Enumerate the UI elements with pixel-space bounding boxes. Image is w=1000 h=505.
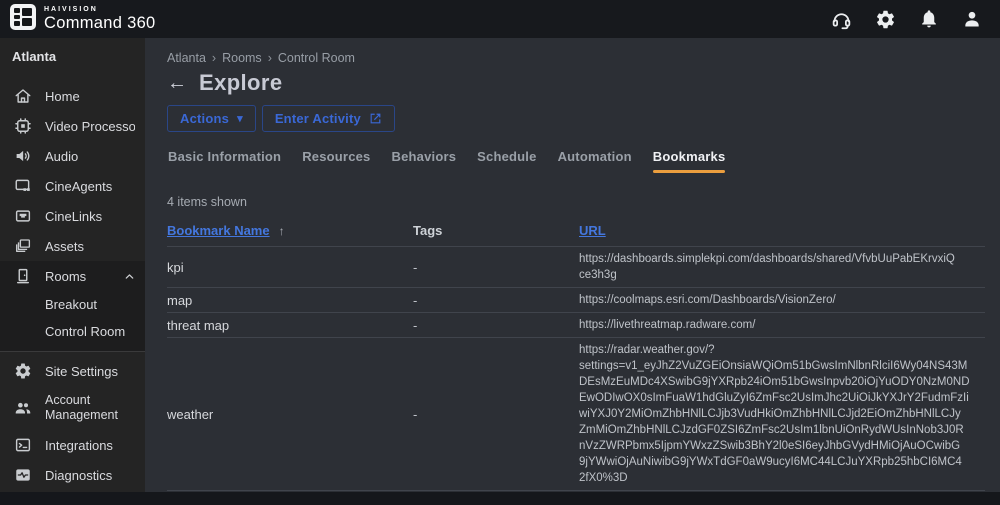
sidebar-item-diagnostics[interactable]: Diagnostics <box>0 460 145 490</box>
column-header-url[interactable]: URL <box>579 223 985 238</box>
monitor-agent-icon <box>14 177 32 195</box>
bookmark-name: map <box>167 293 413 308</box>
actions-button[interactable]: Actions ▾ <box>167 105 256 132</box>
bookmark-tags: - <box>413 407 579 422</box>
bookmark-tags: - <box>413 260 579 275</box>
sidebar-item-label: Site Settings <box>45 364 118 379</box>
sidebar-item-video-processors[interactable]: Video Processors <box>0 111 145 141</box>
back-arrow-icon[interactable]: ← <box>167 73 187 93</box>
table-header-row: Bookmark Name ↑ Tags URL <box>167 223 985 247</box>
sidebar-item-label: Home <box>45 89 80 104</box>
bookmark-url[interactable]: https://radar.weather.gov/? settings=v1_… <box>579 342 985 486</box>
breadcrumb-rooms[interactable]: Rooms <box>222 51 262 65</box>
sidebar-item-label: Account Management <box>45 393 135 423</box>
home-icon <box>14 87 32 105</box>
sort-ascending-icon[interactable]: ↑ <box>279 224 285 238</box>
tab-resources[interactable]: Resources <box>301 147 371 173</box>
sidebar-item-label: Video Processors <box>45 119 135 134</box>
tab-bar: Basic Information Resources Behaviors Sc… <box>167 147 985 173</box>
sidebar-item-label: Diagnostics <box>45 468 112 483</box>
sidebar-item-label: CineLinks <box>45 209 102 224</box>
sidebar-item-label: Audio <box>45 149 78 164</box>
tab-automation[interactable]: Automation <box>557 147 633 173</box>
sidebar-item-label: Rooms <box>45 269 86 284</box>
layers-assets-icon <box>14 237 32 255</box>
table-row: weather - https://radar.weather.gov/? se… <box>167 338 985 491</box>
settings-gear-icon[interactable] <box>875 9 896 30</box>
pulse-diagnostics-icon <box>14 466 32 484</box>
tab-schedule[interactable]: Schedule <box>476 147 537 173</box>
terminal-window-icon <box>14 436 32 454</box>
haivision-logo-icon <box>10 4 36 35</box>
tab-bookmarks[interactable]: Bookmarks <box>652 147 727 173</box>
door-room-icon <box>14 267 32 285</box>
bookmarks-table: Bookmark Name ↑ Tags URL kpi - https://d… <box>167 223 985 491</box>
column-header-tags: Tags <box>413 223 579 238</box>
breadcrumb-atlanta[interactable]: Atlanta <box>167 51 206 65</box>
enter-activity-button-label: Enter Activity <box>275 111 361 126</box>
bookmark-url[interactable]: https://livethreatmap.radware.com/ <box>579 317 985 333</box>
items-shown-count: 4 items shown <box>167 195 985 209</box>
sidebar-item-home[interactable]: Home <box>0 81 145 111</box>
bookmark-name: kpi <box>167 260 413 275</box>
bookmark-tags: - <box>413 318 579 333</box>
sidebar-item-cineagents[interactable]: CineAgents <box>0 171 145 201</box>
sidebar-subitem-control-room[interactable]: Control Room <box>0 318 145 345</box>
people-icon <box>14 399 32 417</box>
main-content: Atlanta › Rooms › Control Room ← Explore… <box>145 38 1000 492</box>
rooms-expanded-group: Rooms Breakout Control Room <box>0 261 145 352</box>
ethernet-port-icon <box>14 207 32 225</box>
caret-down-icon: ▾ <box>237 112 243 125</box>
user-account-icon[interactable] <box>962 9 982 29</box>
sidebar-subitem-breakout[interactable]: Breakout <box>0 291 145 318</box>
sidebar-item-site-settings[interactable]: Site Settings <box>0 356 145 386</box>
breadcrumb-separator: › <box>268 51 272 65</box>
notifications-bell-icon[interactable] <box>919 9 939 29</box>
sidebar-item-integrations[interactable]: Integrations <box>0 430 145 460</box>
sidebar-item-audio[interactable]: Audio <box>0 141 145 171</box>
bookmark-tags: - <box>413 293 579 308</box>
bookmark-url[interactable]: https://coolmaps.esri.com/Dashboards/Vis… <box>579 292 985 308</box>
actions-button-label: Actions <box>180 111 229 126</box>
speaker-audio-icon <box>14 147 32 165</box>
sidebar-item-label: Assets <box>45 239 84 254</box>
sidebar-item-rooms[interactable]: Rooms <box>0 261 145 291</box>
processor-chip-icon <box>14 117 32 135</box>
product-name: Command 360 <box>44 15 156 32</box>
external-link-icon <box>369 112 382 125</box>
sidebar-item-assets[interactable]: Assets <box>0 231 145 261</box>
breadcrumb-control-room[interactable]: Control Room <box>278 51 355 65</box>
chevron-up-icon[interactable] <box>124 271 135 282</box>
breadcrumb-separator: › <box>212 51 216 65</box>
bookmark-name: threat map <box>167 318 413 333</box>
sidebar: Atlanta Home Video Proce <box>0 38 145 492</box>
page-title: Explore <box>199 70 283 96</box>
sidebar-item-account-management[interactable]: Account Management <box>0 386 145 430</box>
tab-basic-information[interactable]: Basic Information <box>167 147 282 173</box>
table-row: threat map - https://livethreatmap.radwa… <box>167 313 985 338</box>
support-headset-icon[interactable] <box>831 9 852 30</box>
column-header-bookmark-name[interactable]: Bookmark Name <box>167 223 270 238</box>
sidebar-item-label: Integrations <box>45 438 113 453</box>
table-row: kpi - https://dashboards.simplekpi.com/d… <box>167 247 985 288</box>
gear-icon <box>14 362 32 380</box>
bookmark-name: weather <box>167 407 413 422</box>
bookmark-url[interactable]: https://dashboards.simplekpi.com/dashboa… <box>579 251 985 283</box>
enter-activity-button[interactable]: Enter Activity <box>262 105 395 132</box>
table-row: map - https://coolmaps.esri.com/Dashboar… <box>167 288 985 313</box>
site-name: Atlanta <box>0 38 145 73</box>
app-logo[interactable]: HAIVISION Command 360 <box>10 4 156 35</box>
sidebar-item-label: CineAgents <box>45 179 112 194</box>
topbar: HAIVISION Command 360 <box>0 0 1000 38</box>
breadcrumb: Atlanta › Rooms › Control Room <box>167 51 985 65</box>
brand-name: HAIVISION <box>44 6 156 13</box>
tab-behaviors[interactable]: Behaviors <box>390 147 457 173</box>
sidebar-item-cinelinks[interactable]: CineLinks <box>0 201 145 231</box>
